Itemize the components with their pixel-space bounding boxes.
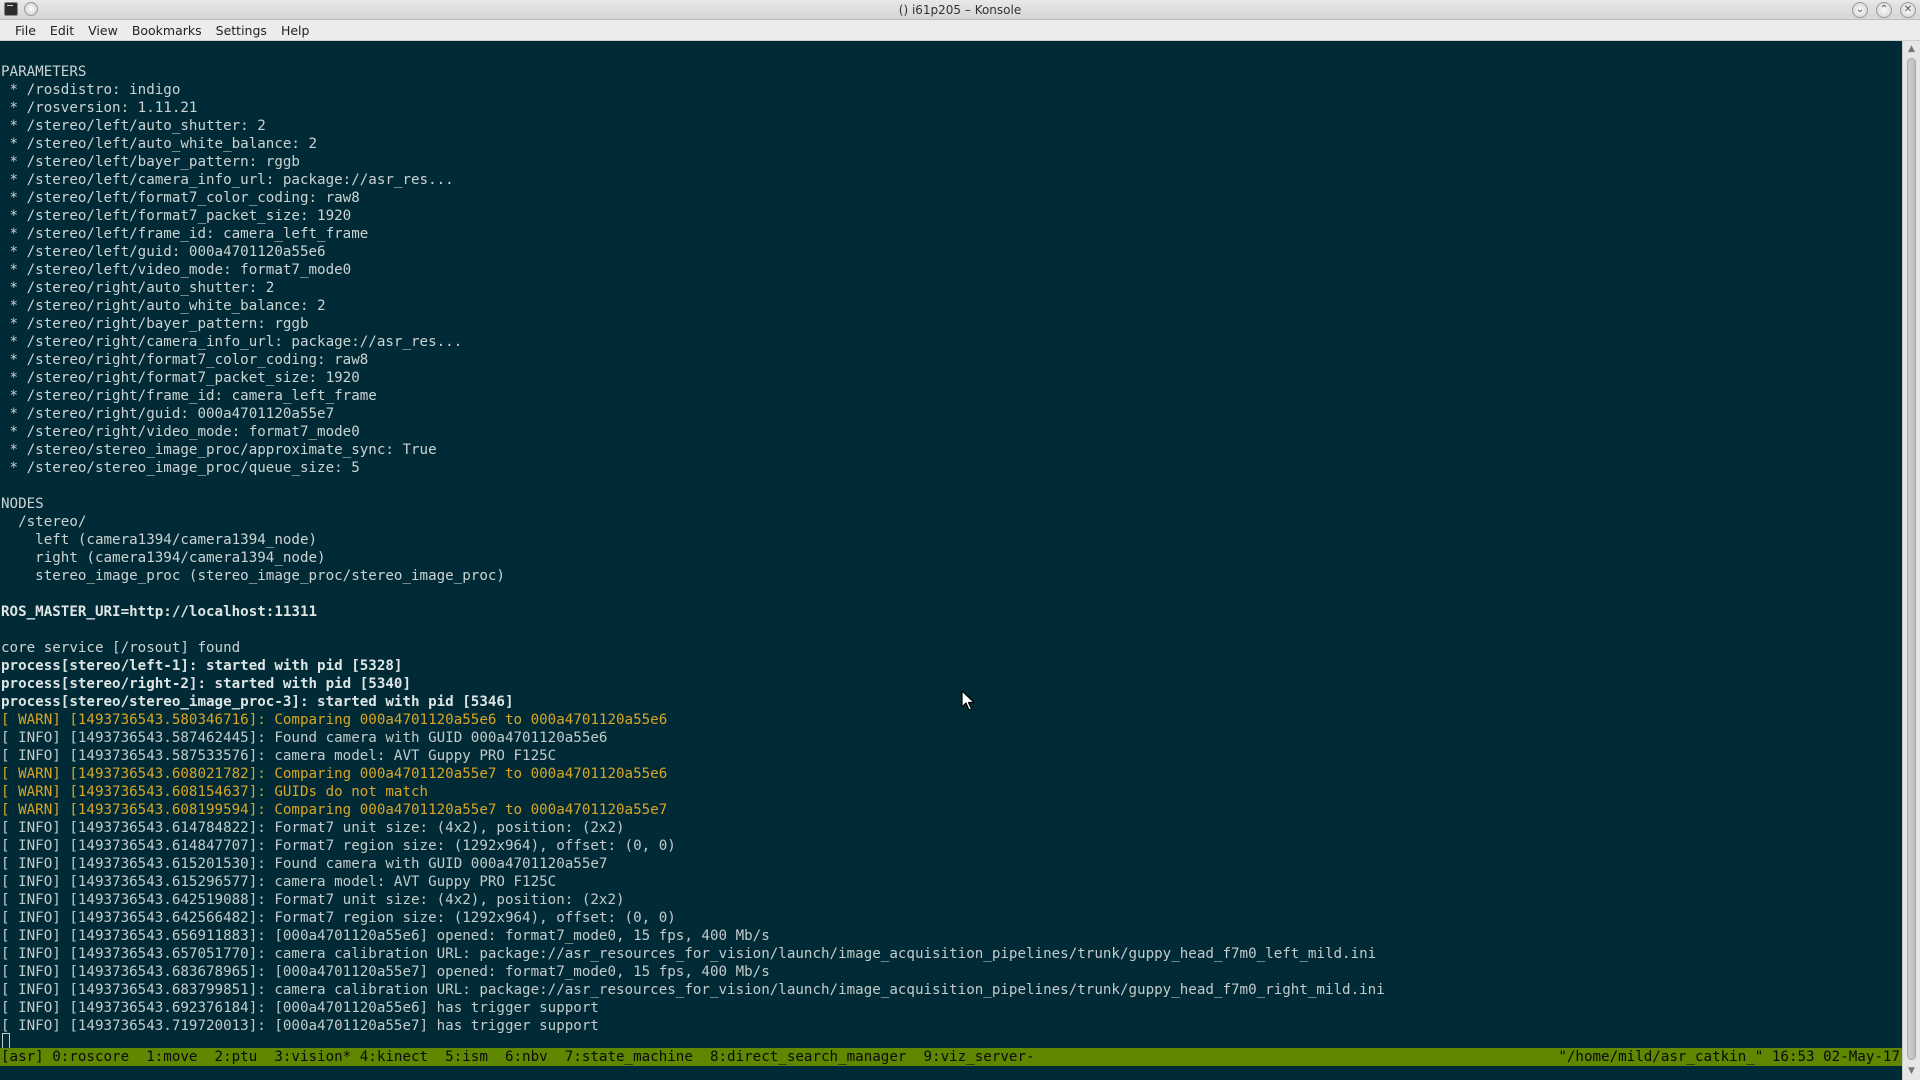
maximize-icon[interactable]: ⌃ xyxy=(1876,2,1892,18)
tmux-window-list[interactable]: [asr] 0:roscore 1:move 2:ptu 3:vision* 4… xyxy=(1,1048,1035,1066)
terminal-line: core service [/rosout] found xyxy=(1,640,241,656)
terminal-line: * /stereo/right/bayer_pattern: rggb xyxy=(1,316,309,332)
terminal-line: * /stereo/left/auto_shutter: 2 xyxy=(1,118,266,134)
mouse-pointer-icon xyxy=(961,690,975,711)
menu-bar: File Edit View Bookmarks Settings Help xyxy=(0,20,1920,41)
terminal-line: * /stereo/left/format7_color_coding: raw… xyxy=(1,190,360,206)
terminal-line: * /stereo/left/guid: 000a4701120a55e6 xyxy=(1,244,326,260)
terminal-line: * /stereo/right/guid: 000a4701120a55e7 xyxy=(1,406,335,422)
terminal-line: * /stereo/left/format7_packet_size: 1920 xyxy=(1,208,352,224)
tmux-status-bar: [asr] 0:roscore 1:move 2:ptu 3:vision* 4… xyxy=(0,1048,1902,1066)
terminal-line: [ WARN] [1493736543.608021782]: Comparin… xyxy=(1,766,668,782)
window-title: () i61p205 – Konsole xyxy=(898,3,1022,17)
scrollbar-thumb[interactable] xyxy=(1907,58,1916,1060)
terminal-line: [ INFO] [1493736543.615201530]: Found ca… xyxy=(1,856,608,872)
menu-edit[interactable]: Edit xyxy=(43,23,81,38)
terminal-line: NODES xyxy=(1,496,44,512)
terminal-line: stereo_image_proc (stereo_image_proc/ste… xyxy=(1,568,505,584)
terminal-line: [ INFO] [1493736543.642566482]: Format7 … xyxy=(1,910,676,926)
terminal-cursor xyxy=(2,1033,10,1049)
terminal-line: [ WARN] [1493736543.580346716]: Comparin… xyxy=(1,712,668,728)
terminal-line: * /stereo/right/frame_id: camera_left_fr… xyxy=(1,388,377,404)
terminal-line: [ INFO] [1493736543.642519088]: Format7 … xyxy=(1,892,625,908)
terminal-line: [ INFO] [1493736543.615296577]: camera m… xyxy=(1,874,557,890)
terminal-line: * /stereo/right/auto_shutter: 2 xyxy=(1,280,275,296)
terminal-line: [ INFO] [1493736543.614784822]: Format7 … xyxy=(1,820,625,836)
window-titlebar: () i61p205 – Konsole ⌄ ⌃ ✕ xyxy=(0,0,1920,20)
terminal-line: left (camera1394/camera1394_node) xyxy=(1,532,318,548)
terminal-line: ROS_MASTER_URI=http://localhost:11311 xyxy=(1,604,318,620)
menu-view[interactable]: View xyxy=(81,23,125,38)
scroll-up-arrow-icon[interactable]: ▲ xyxy=(1903,42,1920,56)
menu-file[interactable]: File xyxy=(8,23,43,38)
terminal-line: * /stereo/right/auto_white_balance: 2 xyxy=(1,298,326,314)
menu-help[interactable]: Help xyxy=(274,23,317,38)
terminal-line: * /rosversion: 1.11.21 xyxy=(1,100,198,116)
terminal-line: process[stereo/right-2]: started with pi… xyxy=(1,676,411,692)
terminal-line: * /stereo/right/format7_packet_size: 192… xyxy=(1,370,360,386)
terminal-line: /stereo/ xyxy=(1,514,87,530)
terminal-line: [ INFO] [1493736543.587533576]: camera m… xyxy=(1,748,557,764)
terminal-line: [ INFO] [1493736543.683799851]: camera c… xyxy=(1,982,1385,998)
vertical-scrollbar[interactable]: ▲ ▼ xyxy=(1902,41,1920,1080)
minimize-icon[interactable]: ⌄ xyxy=(1852,2,1868,18)
terminal-line: [ INFO] [1493736543.719720013]: [000a470… xyxy=(1,1018,599,1034)
terminal-view[interactable]: PARAMETERS * /rosdistro: indigo * /rosve… xyxy=(0,41,1902,1055)
terminal-line: [ WARN] [1493736543.608154637]: GUIDs do… xyxy=(1,784,429,800)
terminal-line: process[stereo/stereo_image_proc-3]: sta… xyxy=(1,694,514,710)
terminal-line: [ WARN] [1493736543.608199594]: Comparin… xyxy=(1,802,668,818)
terminal-line: [ INFO] [1493736543.587462445]: Found ca… xyxy=(1,730,608,746)
terminal-line: PARAMETERS xyxy=(1,64,87,80)
terminal-line: [ INFO] [1493736543.692376184]: [000a470… xyxy=(1,1000,599,1016)
terminal-line: * /stereo/left/auto_white_balance: 2 xyxy=(1,136,318,152)
terminal-line: * /stereo/right/camera_info_url: package… xyxy=(1,334,463,350)
terminal-line: right (camera1394/camera1394_node) xyxy=(1,550,326,566)
terminal-line: * /stereo/left/frame_id: camera_left_fra… xyxy=(1,226,369,242)
terminal-line: * /stereo/right/format7_color_coding: ra… xyxy=(1,352,369,368)
terminal-output: PARAMETERS * /rosdistro: indigo * /rosve… xyxy=(1,63,1385,1035)
terminal-line: process[stereo/left-1]: started with pid… xyxy=(1,658,403,674)
tmux-status-right: "/home/mild/asr_catkin_" 16:53 02-May-17 xyxy=(1558,1049,1900,1065)
terminal-line: * /rosdistro: indigo xyxy=(1,82,181,98)
terminal-line: * /stereo/right/video_mode: format7_mode… xyxy=(1,424,360,440)
terminal-line: * /stereo/left/bayer_pattern: rggb xyxy=(1,154,300,170)
menu-bookmarks[interactable]: Bookmarks xyxy=(125,23,209,38)
terminal-line: [ INFO] [1493736543.614847707]: Format7 … xyxy=(1,838,676,854)
terminal-line: [ INFO] [1493736543.683678965]: [000a470… xyxy=(1,964,770,980)
terminal-line: * /stereo/stereo_image_proc/queue_size: … xyxy=(1,460,360,476)
terminal-line: [ INFO] [1493736543.657051770]: camera c… xyxy=(1,946,1377,962)
terminal-line: * /stereo/left/video_mode: format7_mode0 xyxy=(1,262,352,278)
scroll-down-arrow-icon[interactable]: ▼ xyxy=(1903,1064,1920,1078)
close-icon[interactable]: ✕ xyxy=(1900,2,1916,18)
menu-settings[interactable]: Settings xyxy=(209,23,274,38)
terminal-line: [ INFO] [1493736543.656911883]: [000a470… xyxy=(1,928,770,944)
terminal-bottom-strip xyxy=(0,1066,1902,1080)
terminal-line: * /stereo/left/camera_info_url: package:… xyxy=(1,172,454,188)
terminal-line: * /stereo/stereo_image_proc/approximate_… xyxy=(1,442,437,458)
